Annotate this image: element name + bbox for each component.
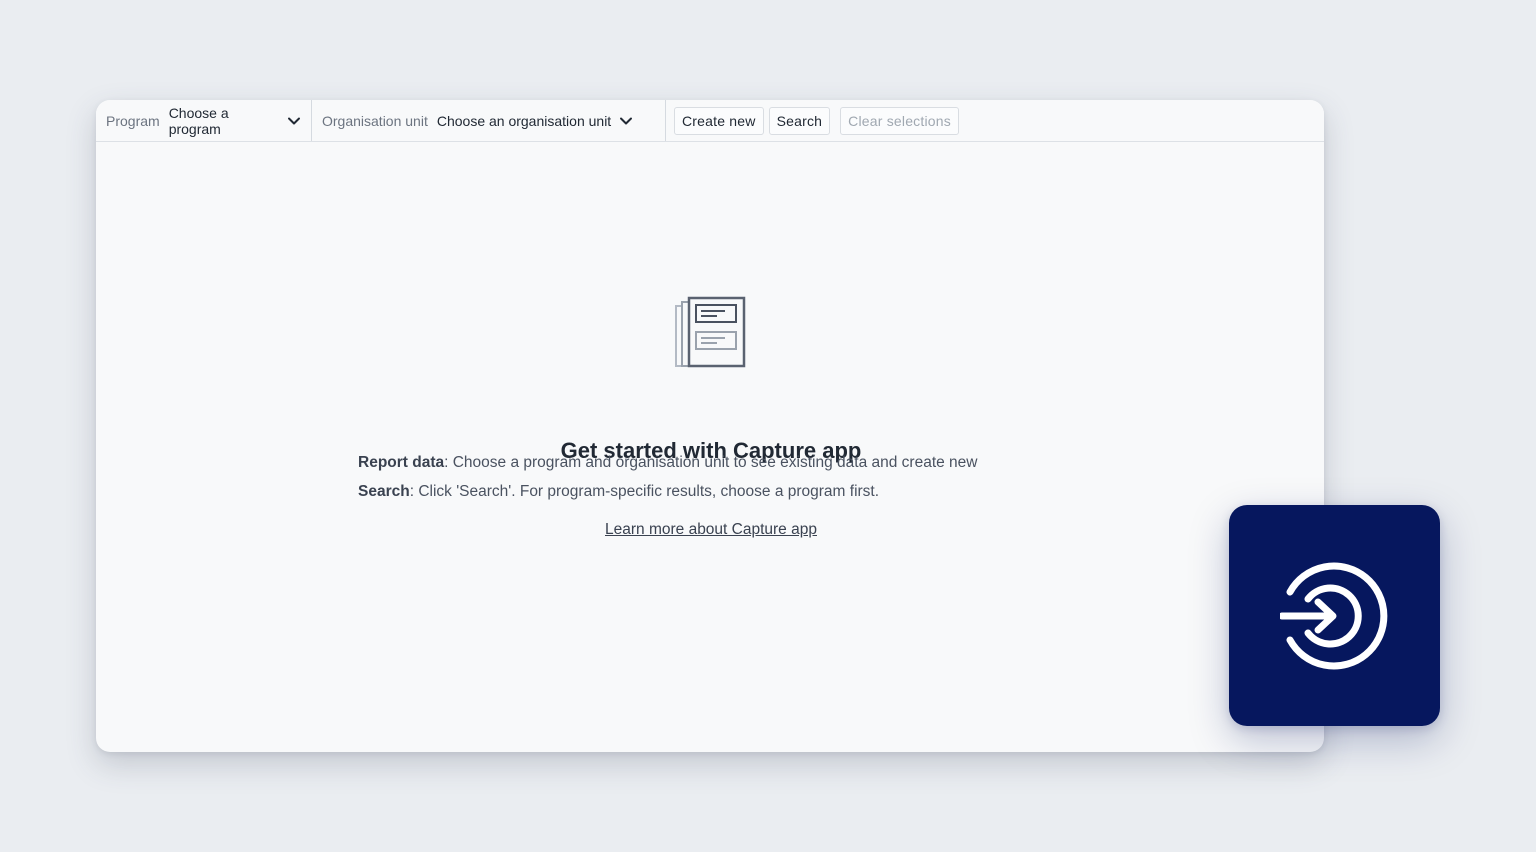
capture-app-window: Program Choose a program Organisation un… [96, 100, 1324, 752]
create-new-button[interactable]: Create new [674, 106, 764, 135]
report-data-label: Report data [358, 454, 445, 471]
program-label: Program [106, 112, 160, 129]
org-unit-selector[interactable]: Organisation unit Choose an organisation… [312, 100, 666, 141]
search-label: Search [358, 483, 410, 500]
chevron-down-icon [287, 116, 301, 126]
program-value: Choose a program [168, 104, 229, 137]
learn-more-link[interactable]: Learn more about Capture app [96, 521, 1324, 539]
org-unit-value: Choose an organisation unit [436, 112, 612, 129]
document-stack-icon [673, 296, 747, 375]
topbar-actions: Create new Search Clear selections [666, 106, 959, 135]
clear-selections-button[interactable]: Clear selections [840, 106, 959, 135]
report-data-instructions: Report data: Choose a program and organi… [358, 454, 998, 472]
search-instructions: Search: Click 'Search'. For program-spec… [358, 483, 998, 501]
report-data-text: : Choose a program and organisation unit… [444, 454, 978, 471]
org-unit-label: Organisation unit [322, 112, 428, 129]
chevron-down-icon [619, 116, 633, 126]
program-selector[interactable]: Program Choose a program [96, 100, 312, 141]
search-text: : Click 'Search'. For program-specific r… [409, 483, 880, 500]
search-button[interactable]: Search [768, 106, 831, 135]
main-content: Get started with Capture app Report data… [96, 142, 1324, 752]
context-selector-bar: Program Choose a program Organisation un… [96, 100, 1324, 142]
capture-app-logo-icon [1229, 505, 1440, 726]
